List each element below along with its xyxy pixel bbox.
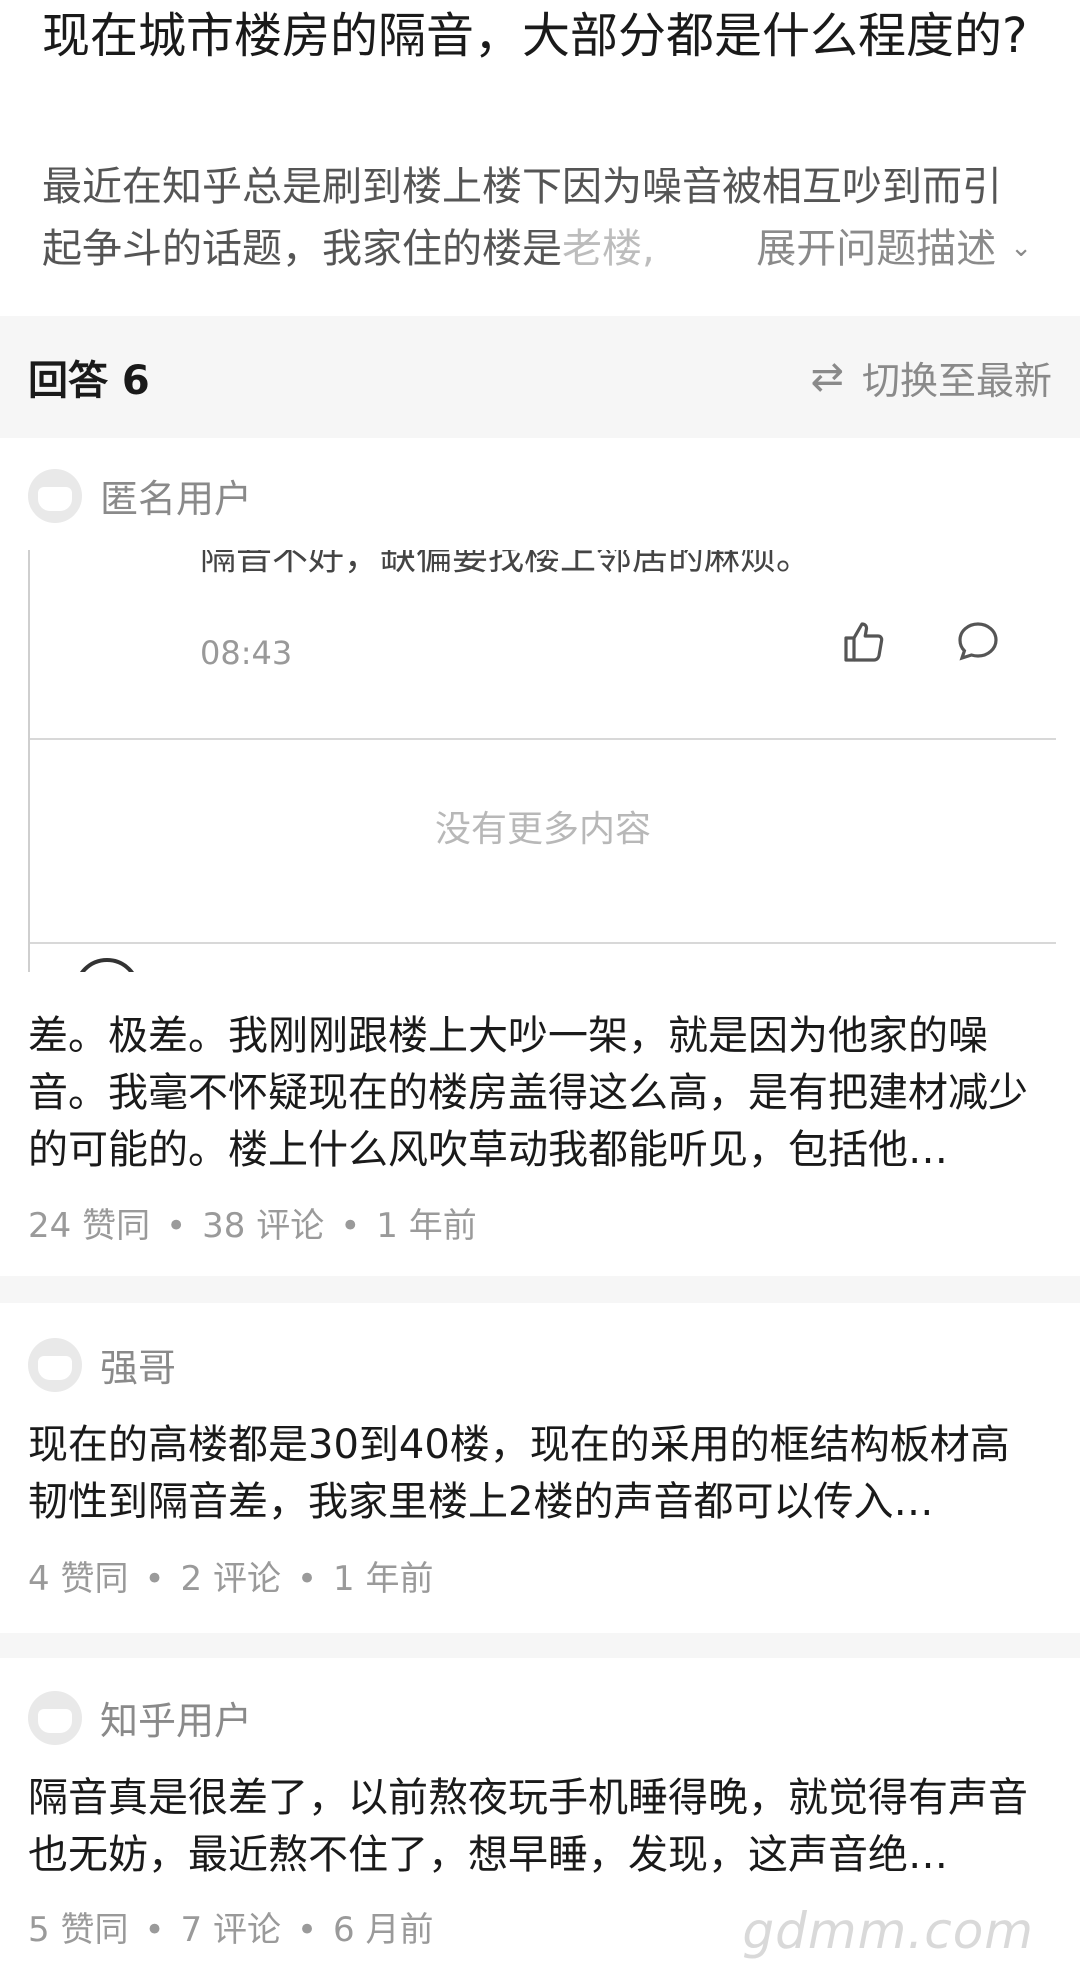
chevron-down-icon: ⌄ bbox=[1010, 233, 1032, 263]
answer-excerpt[interactable]: 现在的高楼都是30到40楼，现在的采用的框结构板材高韧性到隔音差，我家里楼上2楼… bbox=[28, 1417, 1028, 1531]
avatar[interactable] bbox=[28, 1337, 82, 1392]
description-fade: 老楼, bbox=[562, 226, 655, 272]
embedded-cut-text: 隔音不好，缺偏要找楼上邻居的麻烦。 bbox=[200, 550, 813, 578]
expand-description-button[interactable]: 展开问题描述 ⌄ bbox=[686, 218, 1032, 285]
author-name[interactable]: 匿名用户 bbox=[100, 468, 252, 523]
no-more-content: 没有更多内容 bbox=[434, 809, 651, 850]
comment-bubble-icon bbox=[954, 618, 1002, 670]
comment-count: 2 评论 bbox=[180, 1559, 281, 1599]
avatar[interactable] bbox=[28, 1690, 82, 1745]
answer-card[interactable]: 强哥 现在的高楼都是30到40楼，现在的采用的框结构板材高韧性到隔音差，我家里楼… bbox=[0, 1303, 1080, 1633]
divider bbox=[30, 738, 1056, 740]
answer-meta: 5 赞同 • 7 评论 • 6 月前 bbox=[28, 1910, 434, 1950]
answer-author[interactable]: 匿名用户 bbox=[28, 468, 252, 523]
answer-time: 1 年前 bbox=[376, 1206, 477, 1246]
answers-count: 回答 6 bbox=[28, 358, 150, 404]
question-header: 现在城市楼房的隔音，大部分都是什么程度的? 最近在知乎总是刷到楼上楼下因为噪音被… bbox=[0, 0, 1080, 316]
answer-author[interactable]: 知乎用户 bbox=[28, 1690, 252, 1745]
answer-time: 6 月前 bbox=[333, 1910, 434, 1950]
sort-toggle-button[interactable]: ⇄ 切换至最新 bbox=[810, 350, 1052, 405]
author-name[interactable]: 强哥 bbox=[100, 1337, 176, 1392]
embedded-time: 08:43 bbox=[200, 634, 293, 672]
answer-author[interactable]: 强哥 bbox=[28, 1337, 176, 1392]
avatar[interactable] bbox=[28, 468, 82, 523]
answers-header: 回答 6 ⇄ 切换至最新 bbox=[0, 316, 1080, 438]
partial-avatar-icon bbox=[74, 958, 140, 972]
divider bbox=[30, 942, 1056, 944]
answer-meta: 4 赞同 • 2 评论 • 1 年前 bbox=[28, 1559, 434, 1599]
comment-count: 38 评论 bbox=[202, 1206, 325, 1246]
answer-excerpt[interactable]: 差。极差。我刚刚跟楼上大吵一架，就是因为他家的噪音。我毫不怀疑现在的楼房盖得这么… bbox=[28, 1008, 1028, 1179]
comment-count: 7 评论 bbox=[180, 1910, 281, 1950]
answer-card[interactable]: 匿名用户 隔音不好，缺偏要找楼上邻居的麻烦。 08:43 没有更多内容 差。极差… bbox=[0, 438, 1080, 1276]
watermark: gdmm.com bbox=[742, 1902, 1034, 1960]
like-count: 4 赞同 bbox=[28, 1559, 129, 1599]
answer-excerpt[interactable]: 隔音真是很差了，以前熬夜玩手机睡得晚，就觉得有声音也无妨，最近熬不住了，想早睡，… bbox=[28, 1770, 1028, 1884]
thumbs-up-icon bbox=[840, 618, 888, 670]
like-count: 5 赞同 bbox=[28, 1910, 129, 1950]
answer-time: 1 年前 bbox=[333, 1559, 434, 1599]
author-name[interactable]: 知乎用户 bbox=[100, 1690, 252, 1745]
embedded-screenshot: 隔音不好，缺偏要找楼上邻居的麻烦。 08:43 没有更多内容 bbox=[28, 550, 1056, 972]
like-count: 24 赞同 bbox=[28, 1206, 151, 1246]
swap-icon: ⇄ bbox=[810, 354, 844, 400]
question-title: 现在城市楼房的隔音，大部分都是什么程度的? bbox=[42, 8, 1028, 64]
answer-meta: 24 赞同 • 38 评论 • 1 年前 bbox=[28, 1206, 477, 1246]
